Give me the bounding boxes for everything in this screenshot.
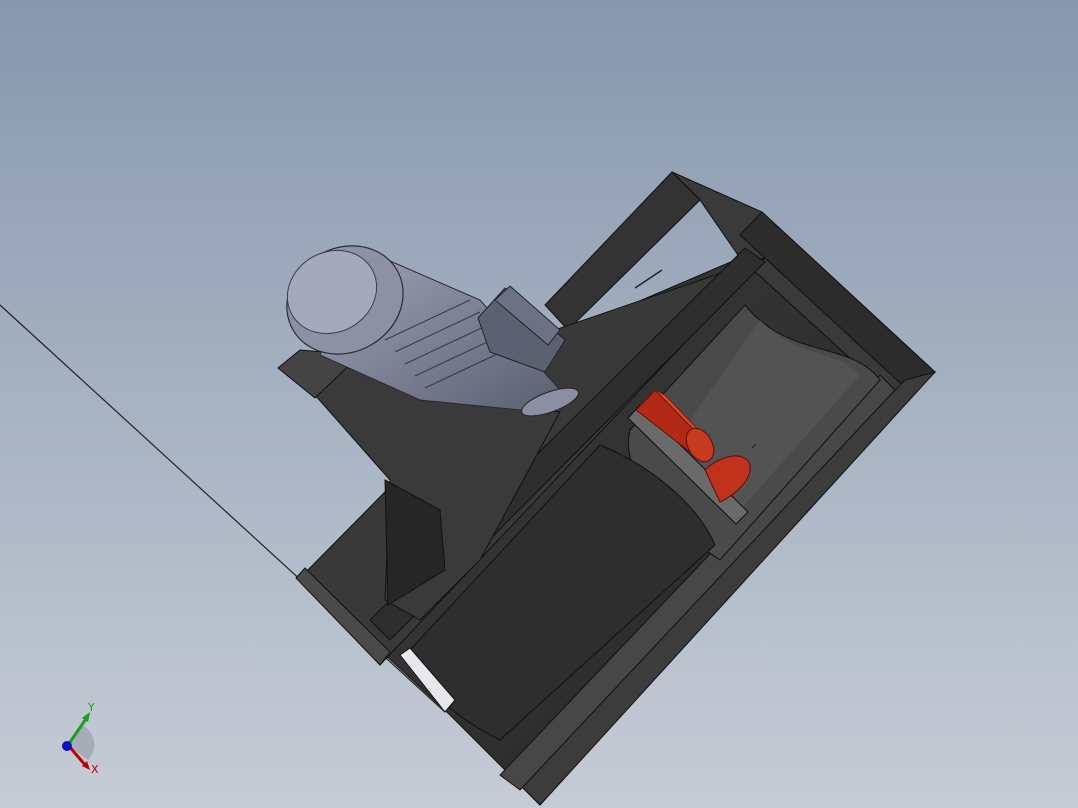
cad-scene[interactable]: Y X (0, 0, 1078, 808)
3d-viewport[interactable]: Y X (0, 0, 1078, 808)
triad-x-label: X (91, 763, 99, 776)
triad-z-axis (62, 741, 72, 751)
triad-y-label: Y (87, 701, 95, 714)
